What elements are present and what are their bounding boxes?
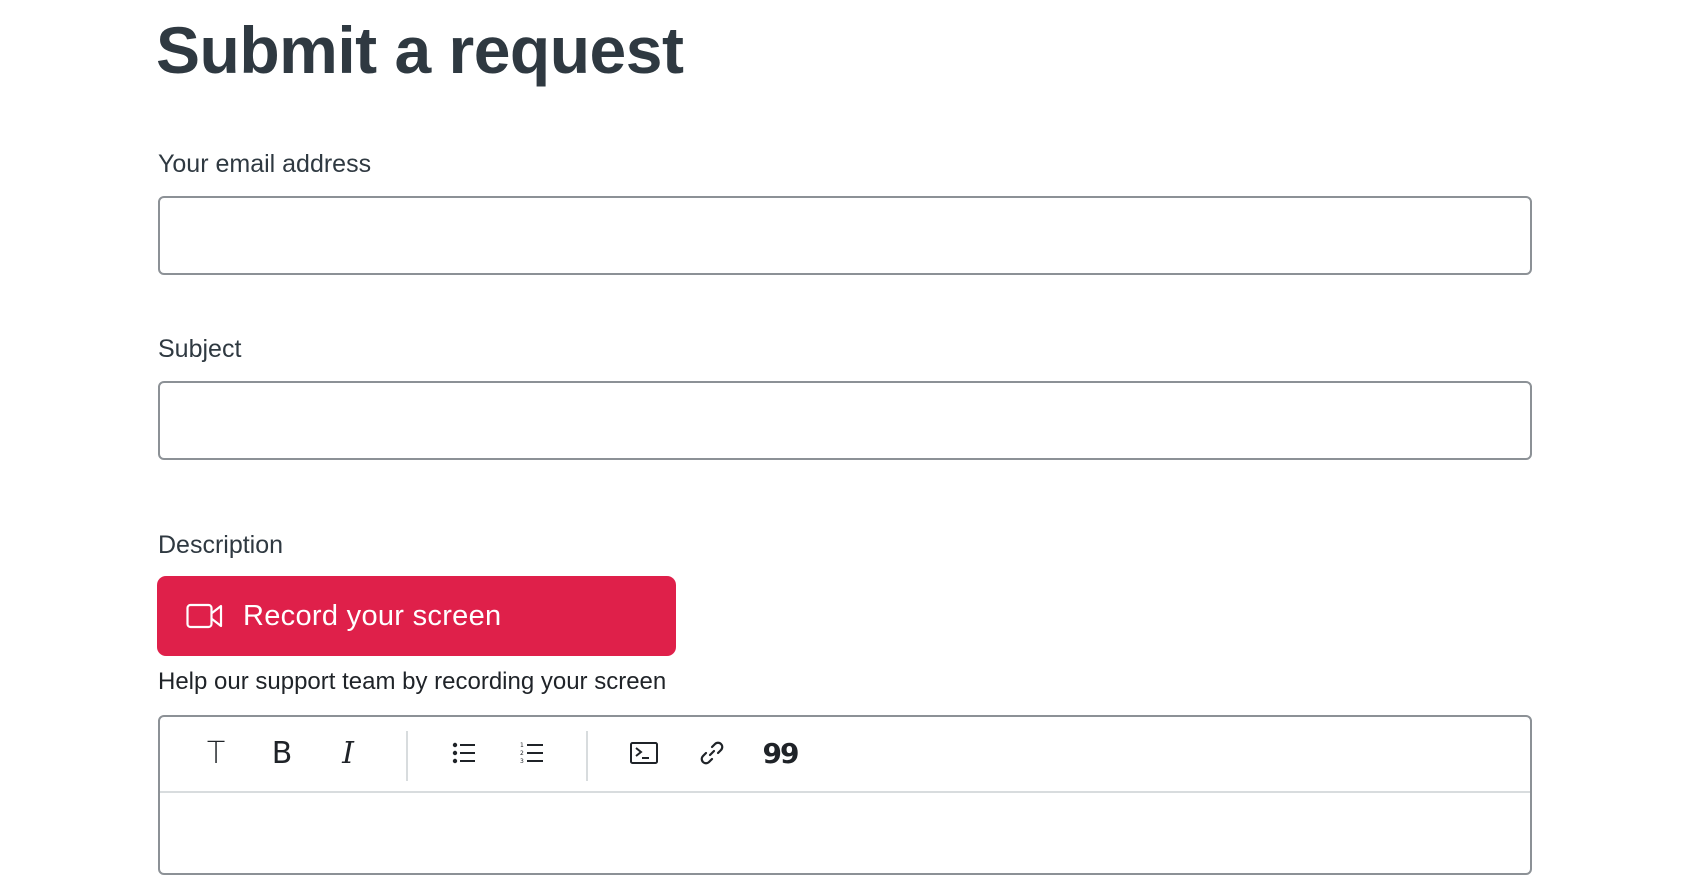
- numbered-list-icon: 1 2 3: [520, 742, 543, 765]
- italic-icon: I: [342, 735, 354, 771]
- bold-icon: B: [271, 735, 293, 771]
- description-label: Description: [158, 531, 284, 559]
- subject-field[interactable]: [158, 381, 1532, 460]
- svg-text:2: 2: [520, 750, 524, 757]
- toolbar-divider: [586, 731, 588, 781]
- quote-button[interactable]: 99: [758, 731, 802, 775]
- numbered-list-button[interactable]: 1 2 3: [510, 731, 554, 775]
- link-icon: [700, 741, 724, 765]
- quote-icon: 99: [762, 736, 800, 770]
- italic-button[interactable]: I: [326, 731, 370, 775]
- description-textarea[interactable]: [160, 793, 1530, 873]
- record-screen-label: Record your screen: [243, 599, 502, 632]
- email-label: Your email address: [158, 150, 372, 178]
- video-camera-icon: [186, 603, 223, 629]
- svg-text:3: 3: [520, 758, 524, 765]
- code-block-icon: [630, 742, 658, 764]
- link-button[interactable]: [690, 731, 734, 775]
- bulleted-list-button[interactable]: [442, 731, 486, 775]
- subject-label: Subject: [158, 335, 242, 363]
- record-screen-button[interactable]: Record your screen: [157, 576, 676, 656]
- toolbar-divider: [406, 731, 408, 781]
- text-style-button[interactable]: T: [194, 731, 238, 775]
- bold-button[interactable]: B: [260, 731, 304, 775]
- record-help-text: Help our support team by recording your …: [158, 668, 667, 695]
- code-block-button[interactable]: [622, 731, 666, 775]
- description-editor[interactable]: T B I 1 2 3 99: [158, 715, 1532, 875]
- svg-text:1: 1: [520, 742, 524, 749]
- page-title: Submit a request: [156, 13, 684, 87]
- email-field[interactable]: [158, 196, 1532, 275]
- editor-toolbar: T B I 1 2 3 99: [160, 717, 1530, 793]
- bulleted-list-icon: [452, 742, 475, 764]
- text-icon: T: [206, 735, 226, 771]
